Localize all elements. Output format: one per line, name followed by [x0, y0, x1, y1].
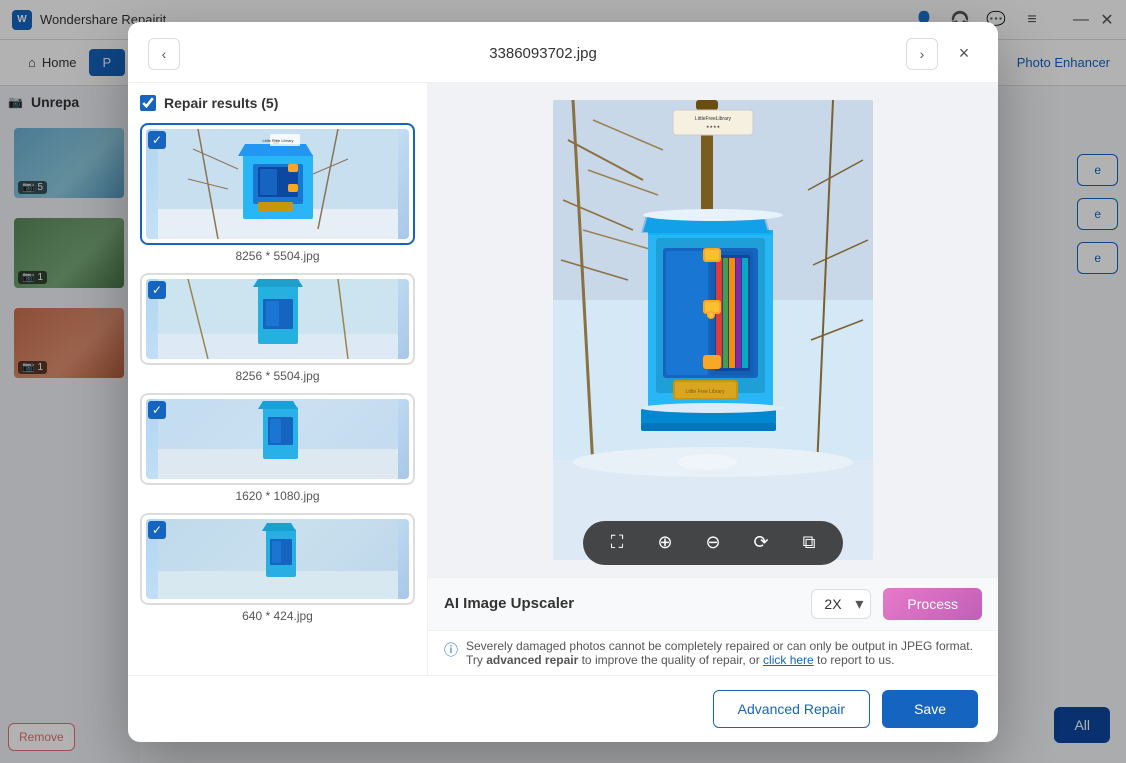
- repair-results-header: Repair results (5): [140, 95, 415, 111]
- list-item-2-filename: 8256 * 5504.jpg: [140, 369, 415, 383]
- main-preview-image: LittleFreeLibrary ★★★★: [553, 100, 873, 560]
- modal-footer: Advanced Repair Save: [128, 675, 998, 742]
- list-item-2-image: [146, 279, 409, 359]
- repair-results-list: Repair results (5) ✓: [128, 83, 428, 675]
- fullscreen-icon: ⛶: [611, 532, 624, 553]
- info-icon: ⓘ: [444, 640, 458, 660]
- close-icon: ×: [959, 43, 970, 64]
- warning-bar: ⓘ Severely damaged photos cannot be comp…: [428, 630, 998, 675]
- copy-icon: ⧉: [803, 532, 816, 553]
- list-item-2[interactable]: ✓: [140, 273, 415, 383]
- close-modal-button[interactable]: ×: [950, 40, 978, 68]
- copy-button[interactable]: ⧉: [795, 529, 823, 557]
- preview-panel: LittleFreeLibrary ★★★★: [428, 83, 998, 675]
- chevron-right-icon: ›: [920, 46, 925, 62]
- prev-button[interactable]: ‹: [148, 38, 180, 70]
- modal-header: ‹ 3386093702.jpg › ×: [128, 22, 998, 83]
- svg-text:Little Free Library: Little Free Library: [686, 389, 725, 395]
- thumb-svg-3: [158, 399, 398, 479]
- ai-upscaler-bar: AI Image Upscaler 2X 4X Process: [428, 577, 998, 630]
- list-item-1-checkbox[interactable]: ✓: [148, 131, 166, 149]
- zoom-in-icon: ⊕: [657, 532, 672, 553]
- list-item-1-wrap: ✓: [140, 123, 415, 245]
- save-button[interactable]: Save: [882, 690, 978, 728]
- list-item-1[interactable]: ✓: [140, 123, 415, 263]
- rotate-button[interactable]: ⟳: [747, 529, 775, 557]
- check-icon-3: ✓: [152, 403, 162, 417]
- app-window: W Wondershare Repairit 👤 🎧 💬 ≡ — ✕ ⌂ Hom…: [0, 0, 1126, 763]
- thumb-svg-2: [158, 279, 398, 359]
- next-button[interactable]: ›: [906, 38, 938, 70]
- zoom-in-button[interactable]: ⊕: [651, 529, 679, 557]
- check-icon-2: ✓: [152, 283, 162, 297]
- fullscreen-button[interactable]: ⛶: [603, 529, 631, 557]
- advanced-repair-button[interactable]: Advanced Repair: [713, 690, 870, 728]
- list-item-1-filename: 8256 * 5504.jpg: [140, 249, 415, 263]
- list-item-4-filename: 640 * 424.jpg: [140, 609, 415, 623]
- process-button[interactable]: Process: [883, 588, 982, 620]
- warning-text-middle: to improve the quality of repair, or: [578, 653, 763, 667]
- rotate-icon: ⟳: [753, 532, 768, 553]
- thumb-svg-4: [158, 519, 398, 599]
- list-item-3-wrap: ✓: [140, 393, 415, 485]
- modal-body: Repair results (5) ✓: [128, 83, 998, 675]
- svg-text:★★★★: ★★★★: [706, 124, 721, 129]
- list-item-2-checkbox[interactable]: ✓: [148, 281, 166, 299]
- click-here-link[interactable]: click here: [763, 653, 814, 667]
- warning-text: Severely damaged photos cannot be comple…: [466, 639, 982, 667]
- advanced-repair-link[interactable]: advanced repair: [486, 653, 578, 667]
- chevron-left-icon: ‹: [162, 46, 167, 62]
- list-item-3-image: [146, 399, 409, 479]
- repair-results-label: Repair results (5): [164, 95, 278, 111]
- select-all-checkbox[interactable]: [140, 95, 156, 111]
- zoom-out-icon: ⊖: [705, 532, 720, 553]
- image-toolbar: ⛶ ⊕ ⊖ ⟳ ⧉: [583, 521, 843, 565]
- list-item-3[interactable]: ✓: [140, 393, 415, 503]
- zoom-out-button[interactable]: ⊖: [699, 529, 727, 557]
- list-item-4-image: [146, 519, 409, 599]
- upscale-select[interactable]: 2X 4X: [811, 589, 871, 619]
- check-icon-4: ✓: [152, 523, 162, 537]
- thumb-svg-1: Little Free Library: [158, 129, 398, 239]
- image-preview-area: LittleFreeLibrary ★★★★: [428, 83, 998, 577]
- warning-text-after: to report to us.: [814, 653, 895, 667]
- list-item-1-image: Little Free Library: [146, 129, 409, 239]
- modal-dialog: ‹ 3386093702.jpg › × Repair re: [128, 22, 998, 742]
- list-item-2-wrap: ✓: [140, 273, 415, 365]
- check-icon-1: ✓: [152, 133, 162, 147]
- upscale-select-wrap: 2X 4X: [811, 589, 871, 619]
- list-item-4-wrap: ✓: [140, 513, 415, 605]
- modal-title: 3386093702.jpg: [489, 45, 597, 62]
- svg-text:Little Free Library: Little Free Library: [262, 138, 293, 143]
- list-item-4[interactable]: ✓: [140, 513, 415, 623]
- svg-text:LittleFreeLibrary: LittleFreeLibrary: [695, 116, 732, 122]
- modal-overlay: ‹ 3386093702.jpg › × Repair re: [0, 0, 1126, 763]
- ai-upscaler-label: AI Image Upscaler: [444, 595, 574, 612]
- list-item-3-checkbox[interactable]: ✓: [148, 401, 166, 419]
- list-item-3-filename: 1620 * 1080.jpg: [140, 489, 415, 503]
- list-item-4-checkbox[interactable]: ✓: [148, 521, 166, 539]
